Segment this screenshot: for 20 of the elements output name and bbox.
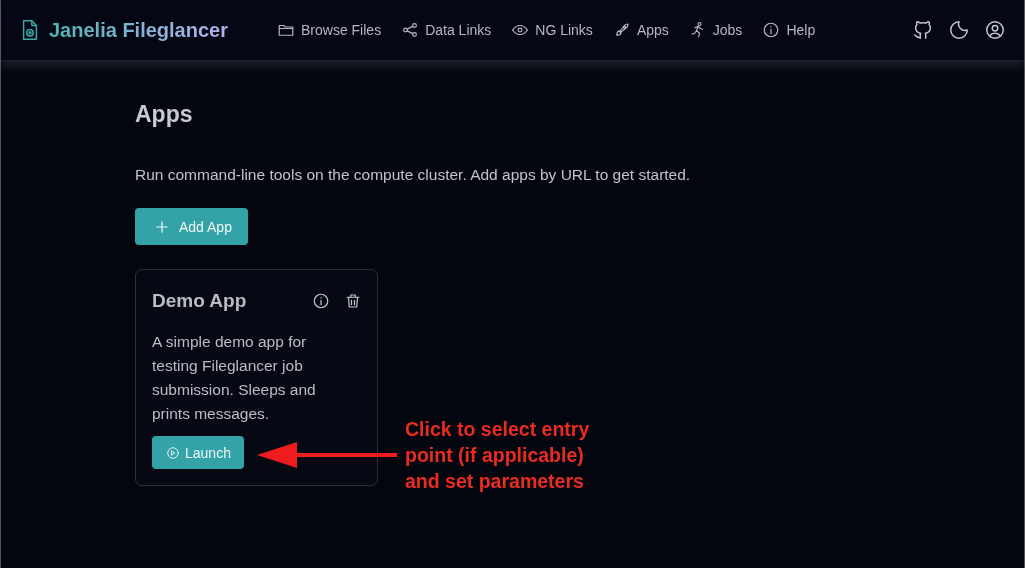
annotation-text: Click to select entry point (if applicable) and set parameters [405,417,591,494]
info-icon[interactable] [312,292,330,310]
play-icon [166,445,180,460]
share-icon [401,21,420,39]
app-name: Demo App [152,290,248,312]
moon-icon[interactable] [948,19,970,41]
nav-link[interactable]: Apps [612,21,669,39]
nav-link[interactable]: Jobs [688,21,743,39]
info-icon [762,21,781,39]
github-icon[interactable] [912,19,934,41]
page-heading: Apps [135,101,194,128]
nav-link[interactable]: NG Links [511,21,593,39]
nav-link[interactable]: Browse Files [277,21,382,39]
page-description: Run command-line tools on the compute cluster. Add apps by URL to get started. [135,166,692,184]
nav-link[interactable]: Data Links [401,21,492,39]
arrow-icon [257,440,397,470]
nav-link[interactable]: Help [762,21,816,39]
trash-icon[interactable] [344,292,362,310]
app-description: A simple demo app for testing Fileglancer job submission. Sleeps and prints messages. [152,332,317,424]
user-icon[interactable] [984,19,1006,41]
